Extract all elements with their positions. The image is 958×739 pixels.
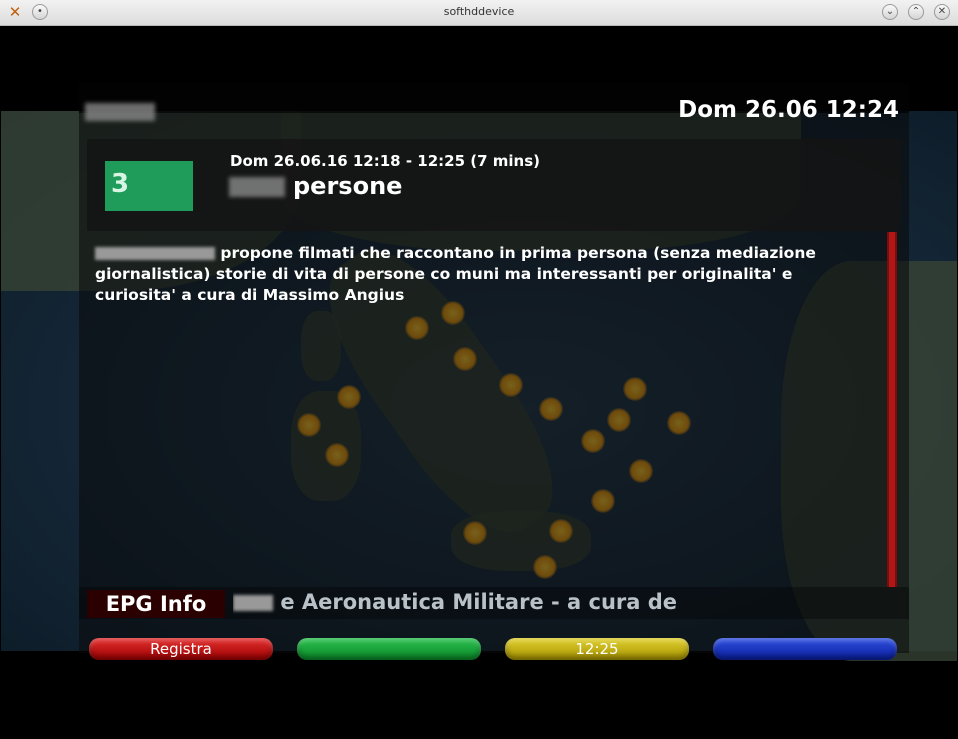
description-redacted bbox=[95, 247, 215, 260]
blue-button[interactable] bbox=[713, 638, 897, 660]
minimize-icon[interactable]: ⌄ bbox=[882, 4, 898, 20]
red-button[interactable]: Registra bbox=[89, 638, 273, 660]
ticker-content: e Aeronautica Militare - a cura de bbox=[280, 590, 678, 614]
ticker-redacted bbox=[233, 595, 273, 611]
channel-logo-text: 3 bbox=[111, 169, 132, 199]
event-time: Dom 26.06.16 12:18 - 12:25 (7 mins) bbox=[230, 152, 540, 170]
yellow-button[interactable]: 12:25 bbox=[505, 638, 689, 660]
video-area: Dom 26.06 12:24 3 Dom 26.06.16 12:18 - 1… bbox=[1, 27, 957, 737]
event-description: propone filmati che raccontano in prima … bbox=[95, 243, 865, 306]
green-button[interactable] bbox=[297, 638, 481, 660]
clock: Dom 26.06 12:24 bbox=[678, 97, 899, 123]
scrollbar-thumb[interactable] bbox=[889, 232, 895, 587]
window-titlebar: ✕ • softhddevice ⌄ ⌃ ✕ bbox=[0, 0, 958, 26]
window-title: softhddevice bbox=[443, 5, 515, 18]
close-icon[interactable]: ✕ bbox=[934, 4, 950, 20]
epg-info-label: EPG Info bbox=[87, 590, 225, 618]
maximize-icon[interactable]: ⌃ bbox=[908, 4, 924, 20]
channel-name-redacted bbox=[85, 103, 155, 121]
event-title: persone bbox=[293, 172, 403, 200]
ticker-text: e Aeronautica Militare - a cura de bbox=[233, 590, 713, 614]
event-title-redacted bbox=[229, 177, 285, 197]
channel-logo: 3 bbox=[105, 161, 193, 211]
